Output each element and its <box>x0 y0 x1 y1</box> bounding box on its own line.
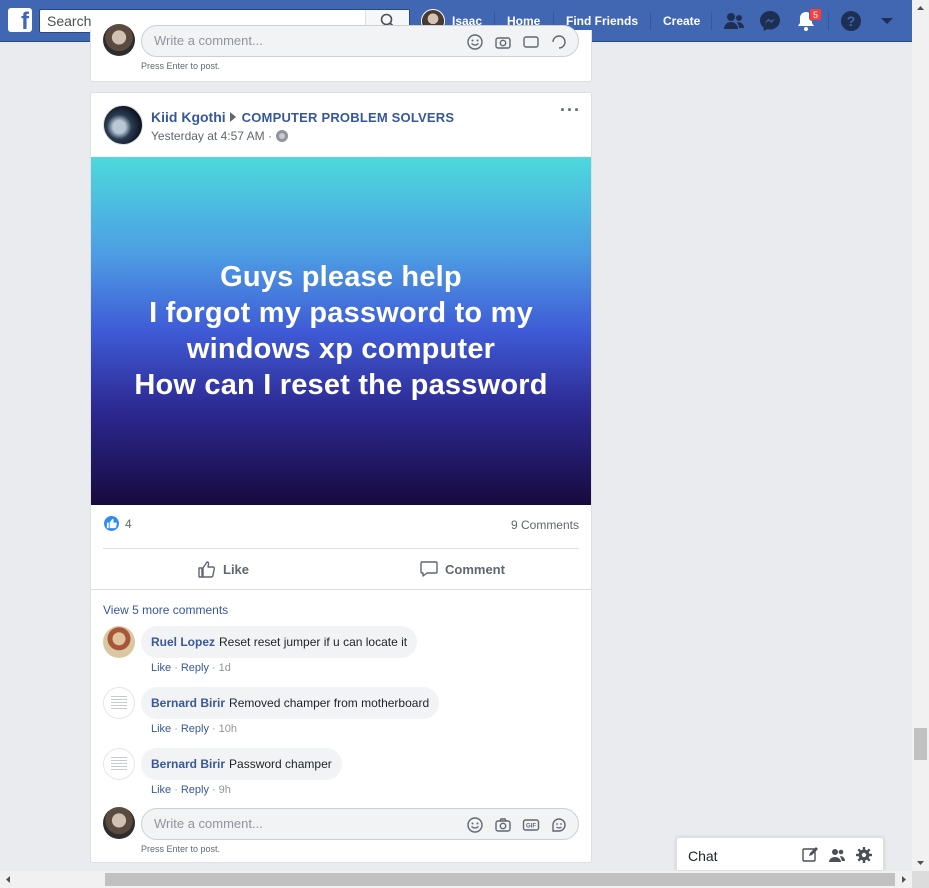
scrollbar-corner <box>912 871 929 888</box>
comment-bubble-icon <box>420 561 438 577</box>
gif-icon[interactable]: GIF <box>522 816 540 834</box>
post-background-text: Guys please help I forgot my password to… <box>91 157 591 505</box>
comment-text: Reset reset jumper if u can locate it <box>219 635 408 649</box>
view-more-comments-link[interactable]: View 5 more comments <box>103 603 228 617</box>
horizontal-scrollbar[interactable] <box>0 871 912 888</box>
horizontal-scrollbar-thumb[interactable] <box>105 873 895 886</box>
comment-input[interactable] <box>154 816 444 831</box>
like-button[interactable]: Like <box>197 559 249 579</box>
divider <box>103 548 579 549</box>
nav-divider <box>711 12 712 30</box>
chat-settings-gear-icon[interactable] <box>855 846 873 864</box>
avatar <box>103 24 135 56</box>
comment-reply-link[interactable]: Reply <box>181 662 209 674</box>
messenger-icon[interactable] <box>758 9 782 33</box>
comment-like-link[interactable]: Like <box>151 723 171 735</box>
gif-icon[interactable] <box>522 33 540 51</box>
comment-actions: Like · Reply · 10h <box>151 723 238 735</box>
help-icon[interactable]: ? <box>839 9 863 33</box>
thumbs-up-icon <box>198 561 216 578</box>
comment-timestamp[interactable]: 1d <box>219 662 231 674</box>
comment-input-box: GIF <box>141 808 579 840</box>
notification-count-badge: 5 <box>809 8 823 21</box>
post-options-button[interactable]: ··· <box>560 101 581 119</box>
group-name-link[interactable]: COMPUTER PROBLEM SOLVERS <box>242 110 455 125</box>
comment-reply-link[interactable]: Reply <box>181 784 209 796</box>
author-avatar[interactable] <box>103 105 143 145</box>
commenter-name-link[interactable]: Ruel Lopez <box>151 635 215 649</box>
divider <box>91 589 591 590</box>
reaction-count: 4 <box>125 516 132 531</box>
previous-post-card: Press Enter to post. <box>90 24 592 82</box>
post-timestamp-line: Yesterday at 4:57 AM · <box>151 129 288 143</box>
new-message-compose-icon[interactable] <box>801 846 819 864</box>
comment-timestamp[interactable]: 9h <box>219 784 231 796</box>
vertical-scrollbar-thumb[interactable] <box>914 728 927 760</box>
author-name-link[interactable]: Kiid Kgothi <box>151 109 226 125</box>
comment-like-link[interactable]: Like <box>151 662 171 674</box>
like-label: Like <box>223 561 250 577</box>
nav-divider <box>828 12 829 30</box>
scroll-down-arrow-icon[interactable] <box>912 854 929 871</box>
commenter-name-link[interactable]: Bernard Birir <box>151 696 225 710</box>
svg-text:GIF: GIF <box>526 824 536 830</box>
like-reaction-icon <box>103 515 120 532</box>
commenter-name-link[interactable]: Bernard Birir <box>151 757 225 771</box>
avatar <box>103 807 135 839</box>
camera-icon[interactable] <box>494 816 512 834</box>
camera-icon[interactable] <box>494 33 512 51</box>
account-menu-chevron-down-icon[interactable] <box>875 9 899 33</box>
scroll-right-arrow-icon[interactable] <box>895 871 912 888</box>
comment-bubble: Ruel Lopez Reset reset jumper if u can l… <box>141 626 418 658</box>
scroll-up-arrow-icon[interactable] <box>912 0 929 17</box>
comment-like-link[interactable]: Like <box>151 784 171 796</box>
comment-actions: Like · Reply · 9h <box>151 784 231 796</box>
emoji-icon[interactable] <box>466 816 484 834</box>
friend-requests-icon[interactable] <box>722 9 746 33</box>
comment-input[interactable] <box>154 33 444 48</box>
comment-bubble: Bernard Birir Removed champer from mothe… <box>141 687 440 719</box>
nav-create-link[interactable]: Create <box>663 14 700 28</box>
nav-find-friends-link[interactable]: Find Friends <box>566 14 638 28</box>
shared-to-arrow-icon <box>229 112 236 122</box>
audience-globe-icon[interactable] <box>275 130 288 142</box>
composer-icons <box>466 33 568 51</box>
vertical-scrollbar[interactable] <box>912 0 929 871</box>
comment-bubble: Bernard Birir Password champer <box>141 748 342 780</box>
chat-tab[interactable]: Chat <box>676 837 884 871</box>
commenter-avatar[interactable] <box>103 687 135 719</box>
create-group-icon[interactable] <box>828 846 846 864</box>
sticker-icon[interactable] <box>550 816 568 834</box>
comment-text: Removed champer from motherboard <box>229 696 430 710</box>
comment-input-box <box>141 25 579 57</box>
post-body-text: Guys please help I forgot my password to… <box>134 261 548 401</box>
post-card: Kiid Kgothi COMPUTER PROBLEM SOLVERS Yest… <box>90 92 592 863</box>
facebook-logo-icon[interactable]: f <box>8 8 32 34</box>
scroll-left-arrow-icon[interactable] <box>0 871 17 888</box>
commenter-avatar[interactable] <box>103 626 135 658</box>
composer-icons: GIF <box>466 816 568 834</box>
post-author-line: Kiid Kgothi COMPUTER PROBLEM SOLVERS <box>151 109 454 125</box>
commenter-avatar[interactable] <box>103 748 135 780</box>
chat-icons <box>801 846 873 864</box>
reactions-summary[interactable]: 4 <box>103 515 132 532</box>
comment-actions: Like · Reply · 1d <box>151 662 231 674</box>
post-timestamp[interactable]: Yesterday at 4:57 AM · <box>151 129 272 143</box>
comment-text: Password champer <box>229 757 332 771</box>
svg-text:?: ? <box>847 13 856 29</box>
comment-timestamp[interactable]: 10h <box>219 723 237 735</box>
comment-reply-link[interactable]: Reply <box>181 723 209 735</box>
emoji-icon[interactable] <box>466 33 484 51</box>
nav-divider <box>650 12 651 30</box>
comments-count-link[interactable]: 9 Comments <box>511 518 579 532</box>
comment-button[interactable]: Comment <box>419 559 505 579</box>
press-enter-hint: Press Enter to post. <box>141 61 221 71</box>
press-enter-hint: Press Enter to post. <box>141 844 221 854</box>
comment-label: Comment <box>445 561 505 577</box>
sticker-icon[interactable] <box>550 33 568 51</box>
chat-label: Chat <box>688 848 718 864</box>
